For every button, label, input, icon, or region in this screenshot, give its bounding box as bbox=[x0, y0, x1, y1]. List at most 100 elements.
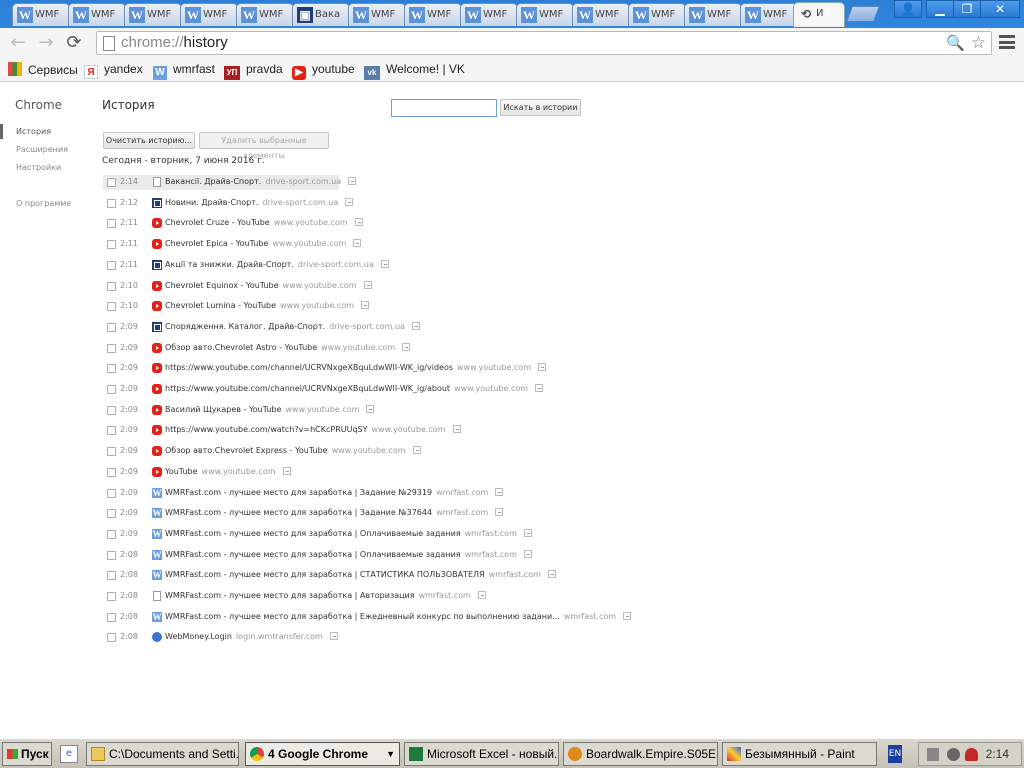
entry-menu-icon[interactable] bbox=[353, 239, 362, 248]
entry-link[interactable]: WMRFast.com - лучшее место для заработка… bbox=[165, 611, 632, 621]
language-indicator[interactable]: EN bbox=[888, 745, 902, 763]
entry-title[interactable]: WMRFast.com - лучшее место для заработка… bbox=[165, 508, 432, 517]
delete-selected-button[interactable]: Удалить выбранные элементы bbox=[199, 132, 329, 160]
window-restore-button[interactable]: ❐ bbox=[953, 0, 981, 18]
tab-wmrfast[interactable]: W WMF bbox=[460, 3, 518, 26]
tab-wmrfast[interactable]: W WMF bbox=[572, 3, 630, 26]
sidebar-item-settings[interactable]: Настройки bbox=[16, 163, 61, 172]
back-button[interactable]: ← bbox=[6, 32, 30, 54]
ie-quicklaunch-icon[interactable]: e bbox=[60, 745, 78, 763]
entry-menu-icon[interactable] bbox=[329, 632, 338, 641]
entry-checkbox[interactable] bbox=[107, 385, 116, 394]
entry-checkbox[interactable] bbox=[107, 447, 116, 457]
window-user-button[interactable]: 👤 bbox=[894, 0, 922, 18]
entry-link[interactable]: WMRFast.com - лучшее место для заработка… bbox=[165, 487, 504, 497]
entry-checkbox[interactable] bbox=[107, 281, 116, 291]
bookmark-youtube[interactable]: ▶ youtube bbox=[292, 62, 355, 80]
entry-link[interactable]: Обзор авто.Chevrolet Express - YouTube ww… bbox=[165, 446, 421, 455]
sidebar-item-about[interactable]: О программе bbox=[16, 199, 71, 208]
entry-link[interactable]: https://www.youtube.com/channel/UCRVNxge… bbox=[165, 363, 546, 372]
entry-title[interactable]: WMRFast.com - лучшее место для заработка… bbox=[165, 612, 560, 621]
entry-link[interactable]: Василий Щукарев - YouTube www.youtube.com bbox=[165, 404, 375, 414]
entry-menu-icon[interactable] bbox=[538, 363, 546, 372]
entry-title[interactable]: Chevrolet Cruze - YouTube bbox=[165, 218, 270, 227]
tab-wmrfast[interactable]: W WMF bbox=[348, 3, 406, 26]
tab-wmrfast[interactable]: W WMF bbox=[12, 3, 70, 26]
entry-menu-icon[interactable] bbox=[366, 404, 375, 413]
entry-link[interactable]: WMRFast.com - лучшее место для заработка… bbox=[165, 591, 486, 600]
entry-checkbox[interactable] bbox=[107, 571, 116, 581]
tab-drive-sport[interactable]: ▣ Вака bbox=[292, 3, 350, 26]
entry-checkbox[interactable] bbox=[107, 343, 116, 353]
entry-title[interactable]: https://www.youtube.com/channel/UCRVNxge… bbox=[165, 384, 450, 393]
entry-checkbox[interactable] bbox=[107, 240, 116, 250]
entry-title[interactable]: Обзор авто.Chevrolet Astro - YouTube bbox=[165, 343, 317, 352]
network-icon[interactable] bbox=[947, 748, 960, 761]
task-paint[interactable]: Безымянный - Paint bbox=[722, 742, 877, 766]
tab-wmrfast[interactable]: W WMF bbox=[180, 3, 238, 26]
entry-menu-icon[interactable] bbox=[477, 591, 486, 599]
entry-checkbox[interactable] bbox=[107, 509, 116, 519]
entry-checkbox[interactable] bbox=[107, 467, 116, 477]
entry-title[interactable]: WMRFast.com - лучшее место для заработка… bbox=[165, 488, 432, 497]
reload-button[interactable]: ⟳ bbox=[62, 32, 86, 54]
close-tab-icon[interactable]: ✕ bbox=[823, 6, 834, 21]
entry-link[interactable]: YouTube www.youtube.com bbox=[165, 466, 291, 476]
entry-title[interactable]: WMRFast.com - лучшее место для заработка… bbox=[165, 570, 485, 579]
entry-title[interactable]: Chevrolet Epica - YouTube bbox=[165, 239, 268, 248]
tab-history[interactable]: ⟲ И bbox=[793, 2, 845, 27]
history-search-input[interactable] bbox=[391, 99, 497, 117]
entry-checkbox[interactable] bbox=[107, 592, 116, 601]
window-minimize-button[interactable]: ▁ bbox=[926, 0, 954, 18]
entry-checkbox[interactable] bbox=[107, 405, 116, 415]
volume-icon[interactable] bbox=[927, 748, 939, 761]
entry-title[interactable]: https://www.youtube.com/channel/UCRVNxge… bbox=[165, 363, 453, 372]
entry-link[interactable]: WMRFast.com - лучшее место для заработка… bbox=[165, 549, 532, 559]
entry-link[interactable]: WMRFast.com - лучшее место для заработка… bbox=[165, 570, 556, 579]
entry-menu-icon[interactable] bbox=[412, 446, 421, 455]
entry-title[interactable]: Акції та знижки. Драйв-Спорт. bbox=[165, 260, 294, 269]
entry-checkbox[interactable] bbox=[107, 260, 116, 270]
entry-menu-icon[interactable] bbox=[535, 384, 544, 392]
start-button[interactable]: Пуск bbox=[2, 742, 52, 766]
entry-checkbox[interactable] bbox=[107, 529, 116, 539]
entry-menu-icon[interactable] bbox=[282, 466, 291, 475]
entry-link[interactable]: WebMoney.Login login.wmtransfer.com bbox=[165, 632, 338, 641]
entry-title[interactable]: Спорядження. Каталог. Драйв-Спорт. bbox=[165, 322, 325, 331]
bookmark-pravda[interactable]: УП pravda bbox=[224, 62, 283, 80]
entry-link[interactable]: Chevrolet Cruze - YouTube www.youtube.com bbox=[165, 218, 363, 227]
entry-menu-icon[interactable] bbox=[402, 342, 411, 351]
entry-menu-icon[interactable] bbox=[363, 280, 372, 289]
task-explorer[interactable]: C:\Documents and Setti... bbox=[86, 742, 239, 766]
entry-link[interactable]: Спорядження. Каталог. Драйв-Спорт. drive-… bbox=[165, 321, 420, 331]
entry-link[interactable]: Chevrolet Epica - YouTube www.youtube.com bbox=[165, 239, 362, 248]
entry-menu-icon[interactable] bbox=[523, 549, 532, 558]
entry-link[interactable]: Chevrolet Equinox - YouTube www.youtube.c… bbox=[165, 280, 372, 290]
entry-link[interactable]: Новини. Драйв-Спорт. drive-sport.com.ua bbox=[165, 197, 354, 207]
entry-title[interactable]: WebMoney.Login bbox=[165, 632, 232, 641]
sidebar-item-history[interactable]: История bbox=[16, 127, 51, 136]
chrome-menu-icon[interactable] bbox=[999, 35, 1015, 49]
entry-menu-icon[interactable] bbox=[547, 570, 556, 579]
bookmark-star-icon[interactable]: ☆ bbox=[971, 33, 986, 53]
entry-checkbox[interactable] bbox=[107, 302, 116, 312]
entry-checkbox[interactable] bbox=[107, 322, 116, 332]
task-media[interactable]: Boardwalk.Empire.S05E... bbox=[563, 742, 718, 766]
entry-title[interactable]: Василий Щукарев - YouTube bbox=[165, 405, 281, 414]
entry-checkbox[interactable] bbox=[107, 550, 116, 560]
antivirus-shield-icon[interactable] bbox=[965, 748, 978, 761]
entry-link[interactable]: Chevrolet Lumina - YouTube www.youtube.co… bbox=[165, 301, 370, 310]
tab-wmrfast[interactable]: W WMF bbox=[404, 3, 462, 26]
entry-link[interactable]: https://www.youtube.com/watch?v=hCKcPRUU… bbox=[165, 425, 461, 434]
entry-title[interactable]: https://www.youtube.com/watch?v=hCKcPRUU… bbox=[165, 425, 368, 434]
entry-menu-icon[interactable] bbox=[411, 321, 420, 330]
entry-checkbox[interactable] bbox=[107, 198, 116, 208]
tab-wmrfast[interactable]: W WMF bbox=[628, 3, 686, 26]
entry-menu-icon[interactable] bbox=[623, 611, 632, 620]
entry-title[interactable]: Chevrolet Equinox - YouTube bbox=[165, 281, 279, 290]
bookmark-wmrfast[interactable]: Wwmrfast bbox=[153, 62, 215, 80]
entry-menu-icon[interactable] bbox=[380, 259, 389, 268]
entry-menu-icon[interactable] bbox=[523, 528, 532, 537]
entry-checkbox[interactable] bbox=[107, 178, 116, 187]
entry-checkbox[interactable] bbox=[107, 612, 116, 622]
